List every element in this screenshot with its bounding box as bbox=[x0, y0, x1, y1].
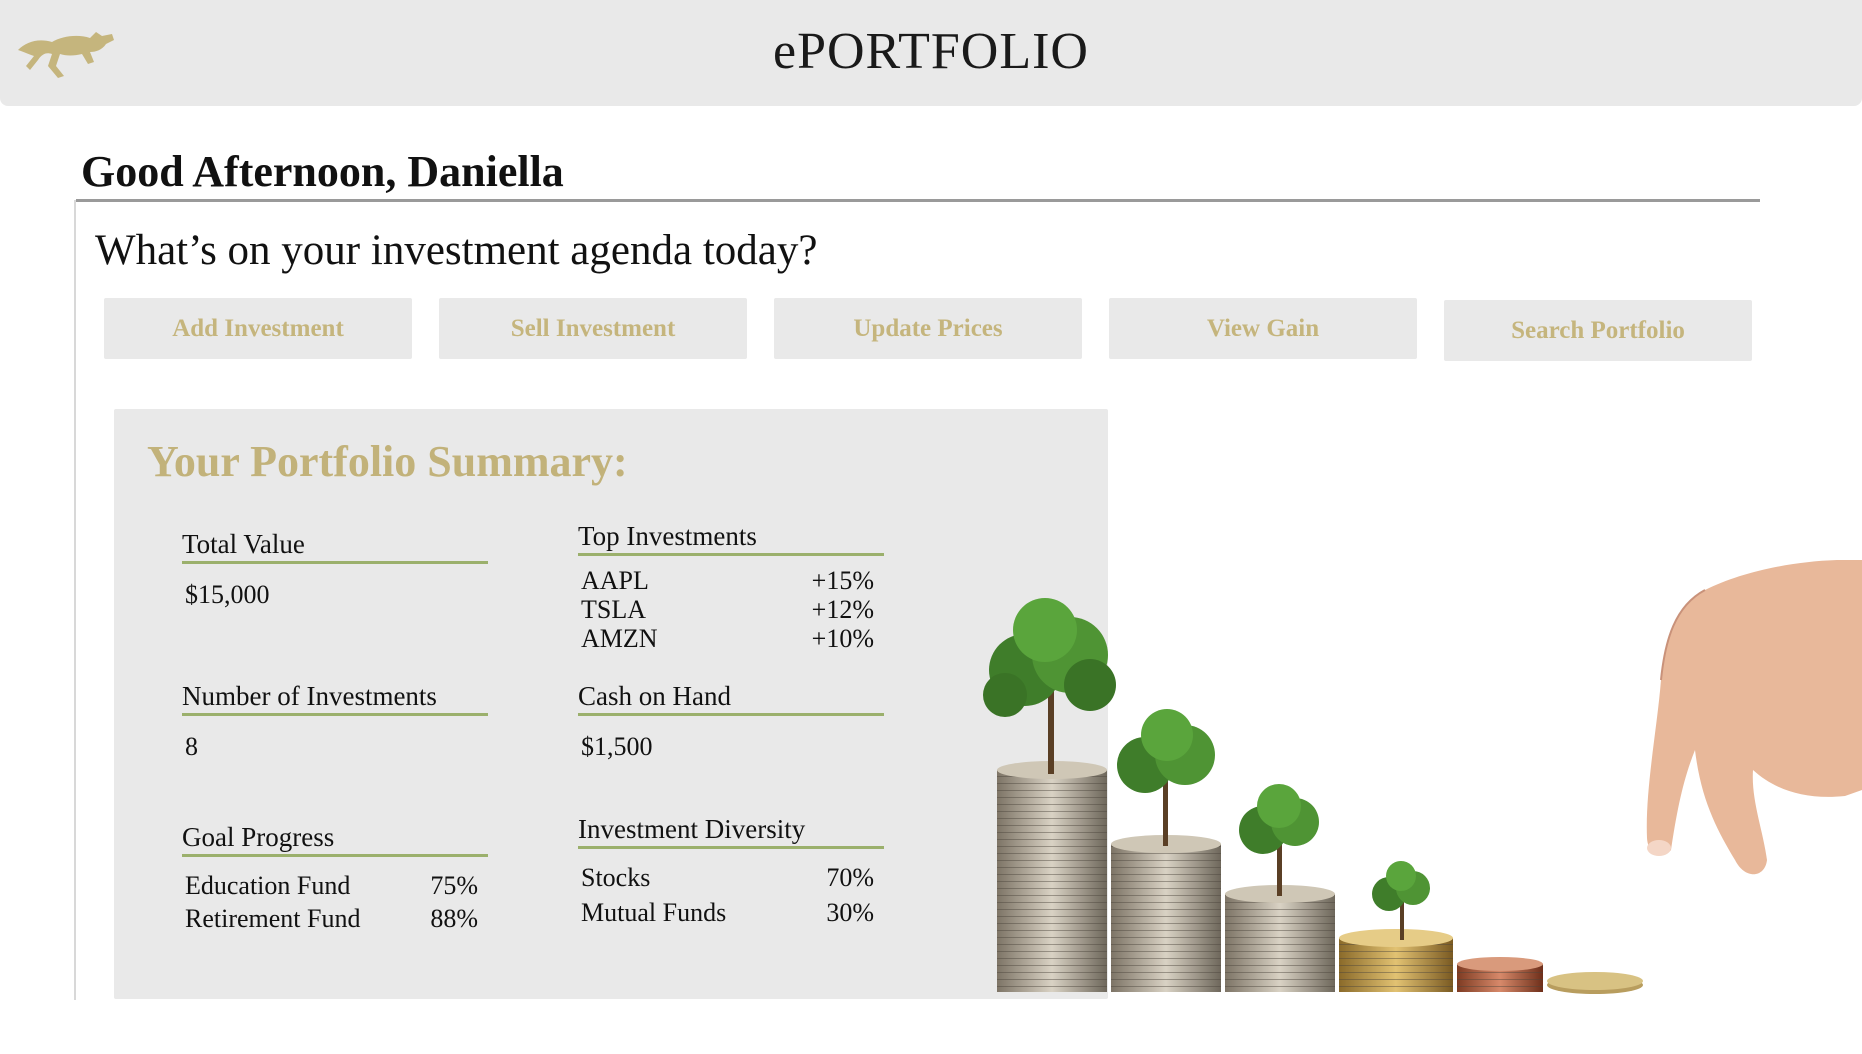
greeting-heading: Good Afternoon, Daniella bbox=[81, 147, 564, 196]
view-gain-button[interactable]: View Gain bbox=[1109, 298, 1417, 359]
number-of-investments-label: Number of Investments bbox=[182, 681, 488, 716]
ticker: AAPL bbox=[581, 566, 649, 595]
goal-progress-label: Goal Progress bbox=[182, 822, 488, 857]
goal-row: Education Fund 75% bbox=[185, 871, 488, 900]
total-value: $15,000 bbox=[185, 580, 270, 609]
hand bbox=[1646, 560, 1862, 875]
goal-progress-section: Goal Progress Education Fund 75% Retirem… bbox=[182, 822, 488, 933]
ticker-change: +12% bbox=[811, 595, 874, 624]
cash-on-hand-label: Cash on Hand bbox=[578, 681, 884, 716]
coin-stacks-tree-illustration bbox=[983, 560, 1862, 994]
top-investments-label: Top Investments bbox=[578, 521, 884, 556]
cash-on-hand-value: $1,500 bbox=[581, 732, 653, 761]
top-investments-section: Top Investments AAPL +15% TSLA +12% AMZN… bbox=[578, 521, 884, 653]
panel-title: Your Portfolio Summary: bbox=[147, 437, 628, 486]
agenda-question: What’s on your investment agenda today? bbox=[95, 227, 818, 274]
tree-2 bbox=[1117, 709, 1215, 846]
update-prices-button[interactable]: Update Prices bbox=[774, 298, 1082, 359]
top-bar: ePORTFOLIO bbox=[0, 0, 1862, 106]
goal-value: 88% bbox=[430, 904, 478, 933]
asset-class: Stocks bbox=[581, 863, 651, 892]
total-value-section: Total Value $15,000 bbox=[182, 529, 488, 610]
search-portfolio-button[interactable]: Search Portfolio bbox=[1444, 300, 1752, 361]
divider bbox=[76, 199, 1760, 202]
tree-1 bbox=[983, 598, 1116, 774]
tree-4 bbox=[1372, 861, 1430, 940]
asset-class: Mutual Funds bbox=[581, 898, 727, 927]
ticker-change: +10% bbox=[811, 624, 874, 653]
asset-share: 30% bbox=[826, 898, 874, 927]
goal-row: Retirement Fund 88% bbox=[185, 904, 488, 933]
ticker-change: +15% bbox=[811, 566, 874, 595]
ticker: TSLA bbox=[581, 595, 646, 624]
tree-3 bbox=[1239, 784, 1319, 896]
goal-name: Education Fund bbox=[185, 871, 351, 900]
cash-on-hand-section: Cash on Hand $1,500 bbox=[578, 681, 884, 762]
add-investment-button[interactable]: Add Investment bbox=[104, 298, 412, 359]
number-of-investments-value: 8 bbox=[185, 732, 198, 761]
sell-investment-button[interactable]: Sell Investment bbox=[439, 298, 747, 359]
diversity-row: Mutual Funds 30% bbox=[581, 898, 884, 927]
top-investment-row: AAPL +15% bbox=[581, 566, 884, 595]
goal-value: 75% bbox=[430, 871, 478, 900]
app-title: ePORTFOLIO bbox=[773, 23, 1089, 80]
top-investment-row: TSLA +12% bbox=[581, 595, 884, 624]
number-of-investments-section: Number of Investments 8 bbox=[182, 681, 488, 762]
ticker: AMZN bbox=[581, 624, 658, 653]
goal-name: Retirement Fund bbox=[185, 904, 361, 933]
left-border bbox=[74, 200, 76, 1000]
total-value-label: Total Value bbox=[182, 529, 488, 564]
asset-share: 70% bbox=[826, 863, 874, 892]
top-investment-row: AMZN +10% bbox=[581, 624, 884, 653]
diversity-row: Stocks 70% bbox=[581, 863, 884, 892]
investment-diversity-section: Investment Diversity Stocks 70% Mutual F… bbox=[578, 814, 884, 927]
investment-diversity-label: Investment Diversity bbox=[578, 814, 884, 849]
